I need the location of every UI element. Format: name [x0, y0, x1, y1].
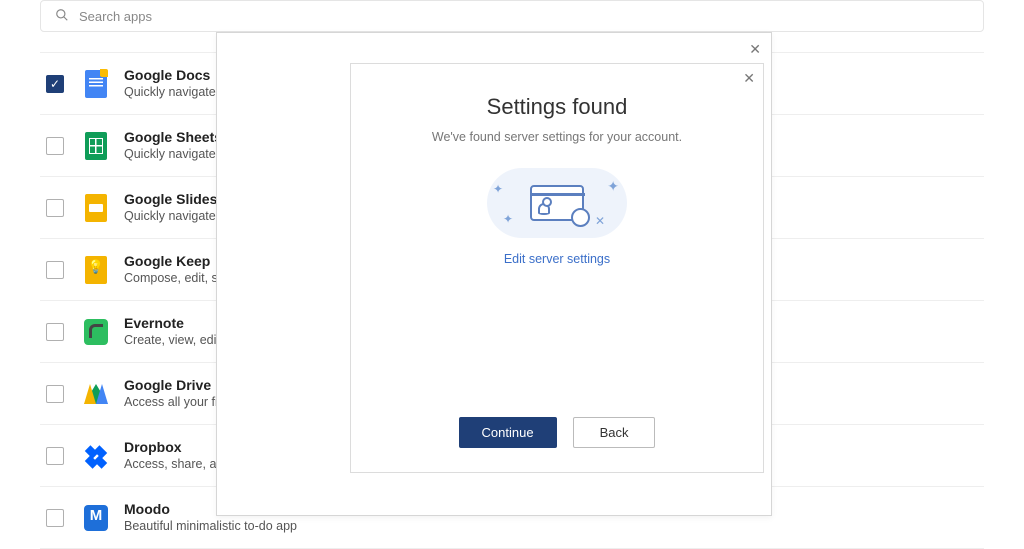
- checkbox[interactable]: ✓: [46, 75, 64, 93]
- dialog-subtitle: We've found server settings for your acc…: [375, 130, 739, 144]
- moodo-icon: [84, 506, 108, 530]
- search-input[interactable]: [79, 9, 969, 24]
- google-slides-icon: [84, 196, 108, 220]
- checkbox[interactable]: [46, 509, 64, 527]
- dialog-title: Settings found: [375, 94, 739, 120]
- app-desc: Beautiful minimalistic to-do app: [124, 518, 297, 534]
- search-icon: [55, 8, 69, 25]
- checkbox[interactable]: [46, 323, 64, 341]
- close-icon[interactable]: ✕: [749, 41, 761, 58]
- back-button[interactable]: Back: [573, 417, 656, 448]
- google-sheets-icon: [84, 134, 108, 158]
- edit-server-settings-link[interactable]: Edit server settings: [504, 252, 610, 266]
- checkbox[interactable]: [46, 385, 64, 403]
- settings-found-dialog: ✕ Settings found We've found server sett…: [350, 63, 764, 473]
- google-docs-icon: [84, 72, 108, 96]
- checkbox[interactable]: [46, 447, 64, 465]
- evernote-icon: [84, 320, 108, 344]
- checkbox[interactable]: [46, 199, 64, 217]
- dropbox-icon: [84, 444, 108, 468]
- continue-button[interactable]: Continue: [459, 417, 557, 448]
- settings-illustration: ✦✦✕✦: [487, 168, 627, 238]
- close-icon[interactable]: ✕: [743, 70, 755, 87]
- checkbox[interactable]: [46, 261, 64, 279]
- google-drive-icon: [84, 382, 108, 406]
- checkbox[interactable]: [46, 137, 64, 155]
- google-keep-icon: [84, 258, 108, 282]
- search-bar[interactable]: [40, 0, 984, 32]
